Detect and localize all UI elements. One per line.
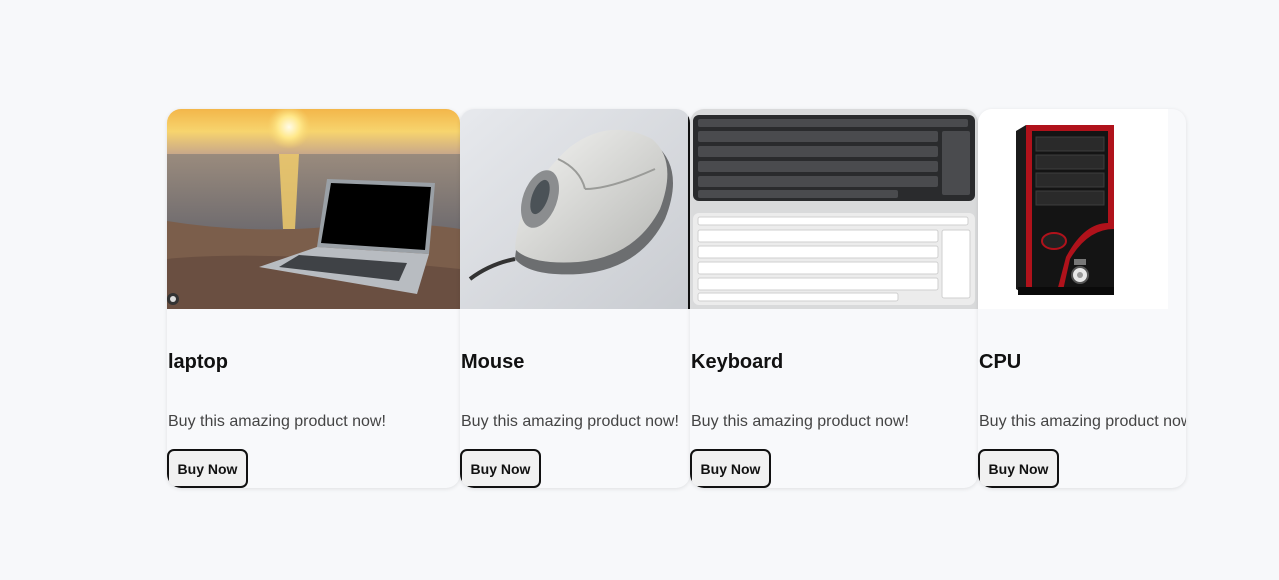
product-description: Buy this amazing product now! bbox=[461, 413, 679, 430]
buy-now-button-keyboard[interactable]: Buy Now bbox=[690, 449, 771, 488]
product-title: CPU bbox=[979, 351, 1022, 373]
product-image-laptop bbox=[167, 109, 460, 309]
buy-now-button-cpu[interactable]: Buy Now bbox=[978, 449, 1059, 488]
product-description: Buy this amazing product now! bbox=[168, 413, 386, 430]
product-card-keyboard: Keyboard Buy this amazing product now! B… bbox=[690, 109, 978, 488]
product-image-keyboard bbox=[690, 109, 978, 309]
product-image-mouse bbox=[460, 109, 690, 309]
product-card-laptop: laptop Buy this amazing product now! Buy… bbox=[167, 109, 460, 488]
buy-now-button-laptop[interactable]: Buy Now bbox=[167, 449, 248, 488]
product-card-cpu: CPU Buy this amazing product now! Buy No… bbox=[978, 109, 1186, 488]
product-image-cpu bbox=[978, 109, 1168, 309]
product-description: Buy this amazing product now! bbox=[691, 413, 909, 430]
product-title: Mouse bbox=[461, 351, 525, 373]
product-description: Buy this amazing product now! bbox=[979, 413, 1186, 430]
product-title: Keyboard bbox=[691, 351, 784, 373]
product-card-mouse: Mouse Buy this amazing product now! Buy … bbox=[460, 109, 690, 488]
product-grid: laptop Buy this amazing product now! Buy… bbox=[167, 109, 1186, 488]
product-title: laptop bbox=[168, 351, 228, 373]
buy-now-button-mouse[interactable]: Buy Now bbox=[460, 449, 541, 488]
